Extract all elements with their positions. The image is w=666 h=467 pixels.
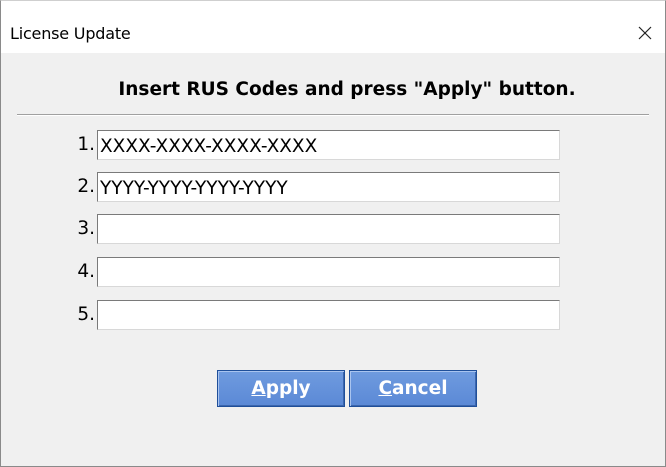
code-input-4[interactable]	[97, 257, 560, 287]
cancel-button[interactable]: Cancel	[349, 370, 477, 407]
license-update-window: License Update Insert RUS Codes and pres…	[0, 0, 666, 467]
code-number-4: 4.	[77, 261, 95, 282]
code-input-1[interactable]	[97, 130, 560, 160]
close-icon	[638, 26, 652, 40]
code-number-3: 3.	[77, 218, 95, 239]
heading-divider	[17, 114, 649, 116]
apply-button[interactable]: Apply	[217, 370, 345, 407]
code-input-5[interactable]	[97, 300, 560, 330]
dialog-body: Insert RUS Codes and press "Apply" butto…	[1, 53, 665, 466]
code-number-2: 2.	[77, 176, 95, 197]
window-title: License Update	[10, 24, 131, 43]
code-number-5: 5.	[77, 304, 95, 325]
code-number-1: 1.	[77, 134, 95, 155]
apply-button-label: Apply	[251, 378, 311, 399]
close-button[interactable]	[625, 15, 665, 51]
title-bar[interactable]: License Update	[1, 1, 665, 53]
cancel-button-label: Cancel	[378, 378, 448, 399]
code-input-3[interactable]	[97, 214, 560, 244]
code-input-2[interactable]	[97, 172, 560, 202]
instruction-heading: Insert RUS Codes and press "Apply" butto…	[118, 79, 576, 100]
